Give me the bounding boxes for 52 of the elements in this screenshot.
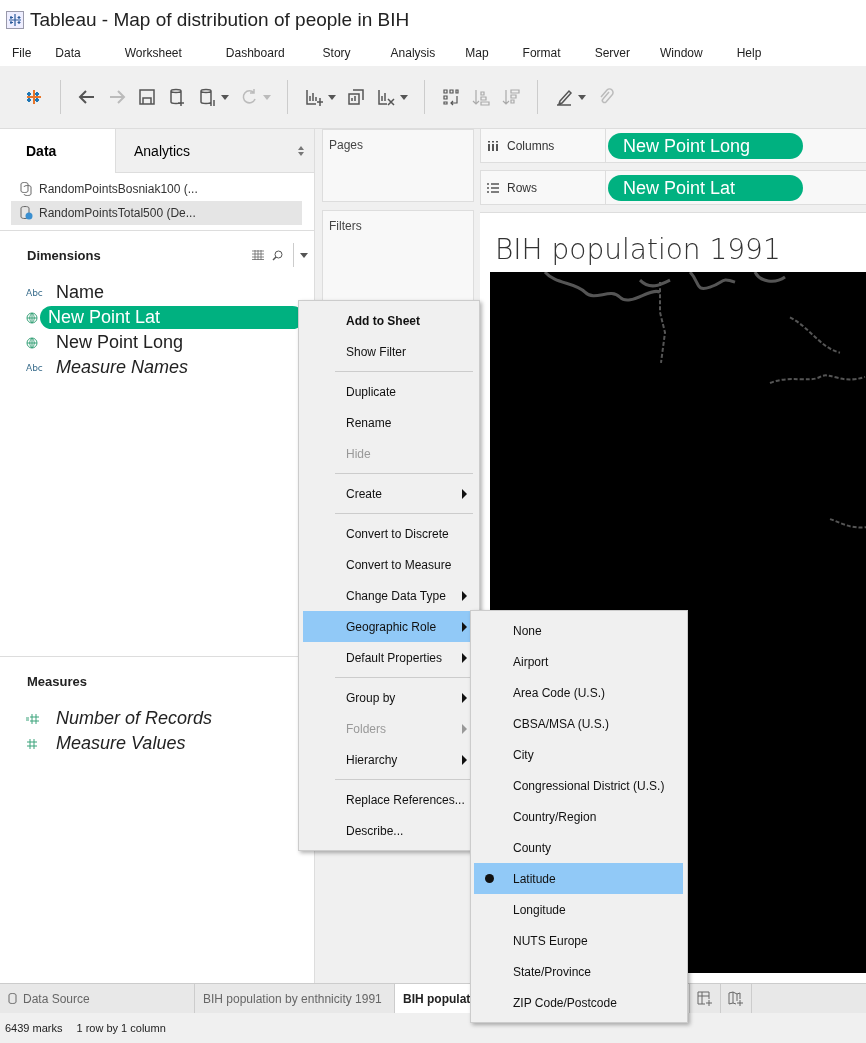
menu-item[interactable]: Latitude xyxy=(474,863,683,894)
menu-item[interactable]: CBSA/MSA (U.S.) xyxy=(474,708,683,739)
menu-item[interactable]: Area Code (U.S.) xyxy=(474,677,683,708)
menu-item[interactable]: Format xyxy=(514,46,569,60)
data-source-item[interactable]: RandomPointsBosniak100 (... xyxy=(11,177,302,201)
menu-item[interactable]: Convert to Measure xyxy=(303,549,475,580)
shelf-card[interactable]: Filters xyxy=(322,210,474,301)
menu-item[interactable]: Change Data Type xyxy=(303,580,475,611)
data-source-item[interactable]: RandomPointsTotal500 (De... xyxy=(11,201,302,225)
menu-item[interactable]: None xyxy=(474,615,683,646)
field-item[interactable]: Measure Values xyxy=(48,732,194,755)
shelf-label: Rows xyxy=(507,180,537,195)
menu-item[interactable]: Window xyxy=(651,46,711,60)
menu-item[interactable]: NUTS Europe xyxy=(474,925,683,956)
field-type-label: Abc xyxy=(26,362,43,373)
panel-tab[interactable]: Analytics xyxy=(115,129,314,173)
menu-item[interactable]: Dashboard xyxy=(217,46,293,60)
section-title: Measures xyxy=(27,673,88,689)
field-item[interactable]: New Point Long xyxy=(48,331,192,354)
field-type-label: Abc xyxy=(26,287,43,298)
menu-item[interactable]: Congressional District (U.S.) xyxy=(474,770,683,801)
menu-item[interactable]: Convert to Discrete xyxy=(303,518,475,549)
menu-item[interactable]: Airport xyxy=(474,646,683,677)
field-item[interactable]: Measure Names xyxy=(48,356,197,379)
shelf-card[interactable]: Pages xyxy=(322,129,474,202)
section-title: Dimensions xyxy=(27,247,102,263)
menu-item[interactable]: Help xyxy=(728,46,770,60)
menu-item[interactable]: Country/Region xyxy=(474,801,683,832)
status-text: 6439 marks xyxy=(5,1022,63,1034)
menu-item[interactable]: Duplicate xyxy=(303,376,475,407)
menu-item[interactable]: Add to Sheet xyxy=(303,305,475,336)
field-item[interactable]: Number of Records xyxy=(48,707,221,730)
sheet-title: BIH population 1991 xyxy=(494,232,781,268)
menu-item[interactable]: Data xyxy=(47,46,89,60)
menu-item[interactable]: Longitude xyxy=(474,894,683,925)
menu-item[interactable]: Show Filter xyxy=(303,336,475,367)
menu-item[interactable]: Worksheet xyxy=(116,46,190,60)
shelf-label: Columns xyxy=(507,138,555,153)
status-text: 1 row by 1 column xyxy=(76,1022,166,1034)
menu-item[interactable]: Create xyxy=(303,478,475,509)
field-item[interactable]: Name xyxy=(48,281,112,304)
menu-item[interactable]: State/Province xyxy=(474,956,683,987)
menu-item[interactable]: Rename xyxy=(303,407,475,438)
menu-item[interactable]: Story xyxy=(314,46,359,60)
menu-item[interactable]: Server xyxy=(586,46,638,60)
menu-item[interactable]: ZIP Code/Postcode xyxy=(474,987,683,1018)
menu-item[interactable]: File xyxy=(4,46,40,60)
window-title: Tableau - Map of distribution of people in BIH xyxy=(30,9,410,31)
menu-item[interactable]: Analysis xyxy=(382,46,444,60)
menu-item[interactable]: Map xyxy=(457,46,497,60)
menu-item[interactable]: County xyxy=(474,832,683,863)
menu-item[interactable]: City xyxy=(474,739,683,770)
